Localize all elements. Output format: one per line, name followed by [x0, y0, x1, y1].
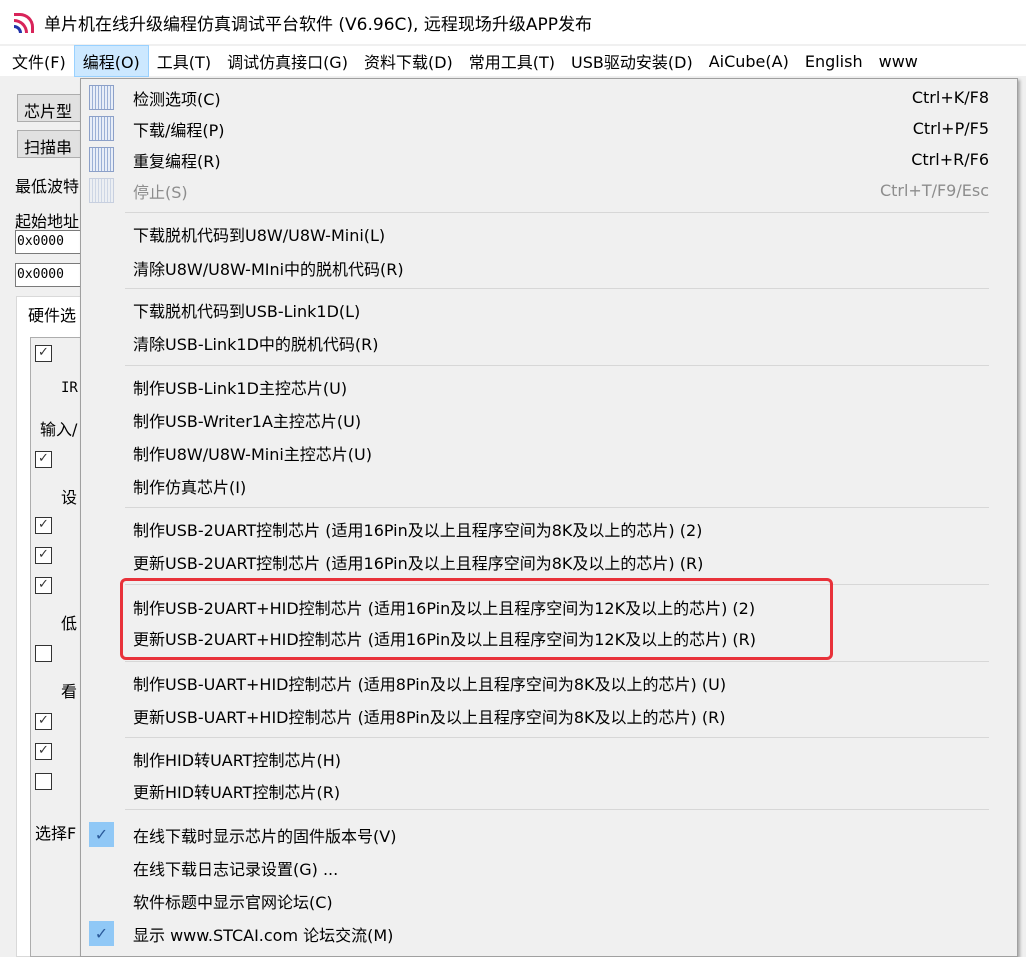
chip-type-button[interactable]: 芯片型 [17, 94, 87, 122]
menu-item-label: 制作HID转UART控制芯片(H) [133, 750, 341, 770]
option-checkbox[interactable] [35, 645, 52, 662]
menu-separator [125, 661, 989, 662]
menu-item[interactable]: 更新USB-2UART控制芯片 (适用16Pin及以上且程序空间为8K及以上的芯… [83, 546, 1015, 577]
checkmark-icon: ✓ [89, 822, 114, 847]
option-checkbox[interactable]: ✓ [35, 577, 52, 594]
menu-item-label: 制作USB-UART+HID控制芯片 (适用8Pin及以上且程序空间为8K及以上… [133, 674, 727, 694]
menu-item[interactable]: 制作仿真芯片(I) [83, 470, 1015, 501]
menubar-item-2[interactable]: 工具(T) [149, 46, 219, 76]
menu-item-label: 停止(S) [133, 182, 188, 202]
stop-icon [89, 178, 114, 203]
hardware-options-tab-label[interactable]: 硬件选 [28, 302, 76, 326]
menu-separator [125, 288, 989, 289]
menu-item-shortcut: Ctrl+R/F6 [911, 150, 989, 169]
menu-item-label: 制作USB-2UART控制芯片 (适用16Pin及以上且程序空间为8K及以上的芯… [133, 520, 703, 540]
program-menu-dropdown: 检测选项(C) Ctrl+K/F8 下载/编程(P) Ctrl+P/F5 重复编程(R)… [80, 78, 1018, 957]
menubar-item-4[interactable]: 资料下载(D) [356, 46, 461, 76]
menu-separator [125, 737, 989, 738]
app-logo-icon [14, 11, 36, 33]
menubar-item-6[interactable]: USB驱动安装(D) [563, 46, 701, 76]
menu-item-label: 下载脱机代码到U8W/U8W-Mini(L) [133, 225, 386, 245]
highlight-box [120, 578, 833, 660]
menu-item-label: 在线下载日志记录设置(G) ... [133, 859, 339, 879]
menu-item[interactable]: 制作USB-Writer1A主控芯片(U) [83, 404, 1015, 435]
menubar-item-9[interactable]: www [871, 49, 926, 74]
menu-item[interactable]: 重复编程(R) Ctrl+R/F6 [83, 144, 1015, 175]
menu-item[interactable]: 下载脱机代码到USB-Link1D(L) [83, 294, 1015, 325]
menu-item-label: 重复编程(R) [133, 151, 221, 171]
menu-item[interactable]: ✓ 显示 www.STCAI.com 论坛交流(M) [83, 918, 1015, 949]
menu-item[interactable]: ✓ 在线下载时显示芯片的固件版本号(V) [83, 819, 1015, 850]
menubar-item-3[interactable]: 调试仿真接口(G) [219, 46, 356, 76]
menu-item-label: 更新USB-2UART控制芯片 (适用16Pin及以上且程序空间为8K及以上的芯… [133, 553, 704, 573]
menu-item-shortcut: Ctrl+T/F9/Esc [879, 181, 989, 200]
menu-item[interactable]: 制作HID转UART控制芯片(H) [83, 743, 1015, 774]
select-flash-label: 选择F [35, 824, 77, 843]
min-baud-label: 最低波特 [15, 177, 80, 196]
menu-item[interactable]: 制作USB-2UART控制芯片 (适用16Pin及以上且程序空间为8K及以上的芯… [83, 513, 1015, 544]
menubar-item-7[interactable]: AiCube(A) [701, 49, 797, 74]
menu-item[interactable]: 下载/编程(P) Ctrl+P/F5 [83, 113, 1015, 144]
menu-item-label: 下载/编程(P) [133, 120, 225, 140]
menu-item-label: 制作U8W/U8W-Mini主控芯片(U) [133, 444, 372, 464]
option-checkbox[interactable]: ✓ [35, 517, 52, 534]
window-title: 单片机在线升级编程仿真调试平台软件 (V6.96C), 远程现场升级APP发布 [44, 14, 592, 35]
checkmark-icon: ✓ [89, 921, 114, 946]
input-label: 输入/ [40, 420, 78, 439]
menu-separator [125, 809, 989, 810]
menu-item-shortcut: Ctrl+K/F8 [911, 88, 989, 107]
menubar-item-1[interactable]: 编程(O) [73, 45, 149, 77]
menu-bar: 文件(F) 编程(O) 工具(T) 调试仿真接口(G) 资料下载(D) 常用工具(T) US… [0, 45, 1026, 77]
menubar-item-0[interactable]: 文件(F) [4, 46, 74, 76]
menu-separator [125, 365, 989, 366]
option-checkbox[interactable]: ✓ [35, 451, 52, 468]
start-address-input[interactable]: 0x0000 [15, 230, 85, 254]
menu-item-label: 软件标题中显示官网论坛(C) [133, 892, 333, 912]
menu-item-label: 检测选项(C) [133, 89, 221, 109]
repeat-program-icon [89, 147, 114, 172]
menu-item[interactable]: 清除USB-Link1D中的脱机代码(R) [83, 327, 1015, 358]
menu-item[interactable]: 检测选项(C) Ctrl+K/F8 [83, 82, 1015, 113]
menu-separator [125, 212, 989, 213]
menu-item[interactable]: 制作U8W/U8W-Mini主控芯片(U) [83, 437, 1015, 468]
option-checkbox[interactable]: ✓ [35, 713, 52, 730]
detect-icon [89, 85, 114, 110]
menu-item-label: 制作USB-Writer1A主控芯片(U) [133, 411, 362, 431]
menu-item-label: 清除U8W/U8W-MIni中的脱机代码(R) [133, 259, 404, 279]
menu-separator [125, 507, 989, 508]
menu-item-label: 制作仿真芯片(I) [133, 477, 247, 497]
menu-item-label: 清除USB-Link1D中的脱机代码(R) [133, 334, 379, 354]
download-icon [89, 116, 114, 141]
menu-item[interactable]: 更新HID转UART控制芯片(R) [83, 775, 1015, 806]
watchdog-label: 看 [61, 682, 78, 701]
menu-item-shortcut: Ctrl+P/F5 [912, 119, 989, 138]
menu-item-label: 更新HID转UART控制芯片(R) [133, 782, 341, 802]
scan-port-button[interactable]: 扫描串 [17, 130, 87, 158]
menu-item-label: 在线下载时显示芯片的固件版本号(V) [133, 826, 397, 846]
menu-item[interactable]: 软件标题中显示官网论坛(C) [83, 885, 1015, 916]
menu-item[interactable]: 制作USB-UART+HID控制芯片 (适用8Pin及以上且程序空间为8K及以上… [83, 667, 1015, 698]
menubar-item-8[interactable]: English [797, 49, 871, 74]
menu-item-label: 下载脱机代码到USB-Link1D(L) [133, 301, 361, 321]
menubar-item-5[interactable]: 常用工具(T) [461, 46, 563, 76]
menu-item[interactable]: 在线下载日志记录设置(G) ... [83, 852, 1015, 883]
menu-item[interactable]: 下载脱机代码到U8W/U8W-Mini(L) [83, 218, 1015, 249]
address-input-2[interactable]: 0x0000 [15, 263, 85, 287]
menu-item[interactable]: 更新USB-UART+HID控制芯片 (适用8Pin及以上且程序空间为8K及以上… [83, 700, 1015, 731]
menu-item-label: 显示 www.STCAI.com 论坛交流(M) [133, 925, 394, 945]
low-label: 低 [61, 614, 78, 633]
option-checkbox[interactable] [35, 773, 52, 790]
menu-item[interactable]: 停止(S) Ctrl+T/F9/Esc [83, 175, 1015, 206]
title-bar: 单片机在线升级编程仿真调试平台软件 (V6.96C), 远程现场升级APP发布 [0, 0, 1026, 44]
irc-label: IR [61, 380, 78, 396]
start-address-label: 起始地址 [15, 212, 80, 231]
menu-item-label: 制作USB-Link1D主控芯片(U) [133, 378, 348, 398]
option-checkbox[interactable]: ✓ [35, 547, 52, 564]
menu-item[interactable]: 清除U8W/U8W-MIni中的脱机代码(R) [83, 252, 1015, 283]
option-checkbox[interactable]: ✓ [35, 345, 52, 362]
menu-item[interactable]: 制作USB-Link1D主控芯片(U) [83, 371, 1015, 402]
setting-label: 设 [61, 488, 78, 507]
option-checkbox[interactable]: ✓ [35, 743, 52, 760]
menu-item-label: 更新USB-UART+HID控制芯片 (适用8Pin及以上且程序空间为8K及以上… [133, 707, 726, 727]
